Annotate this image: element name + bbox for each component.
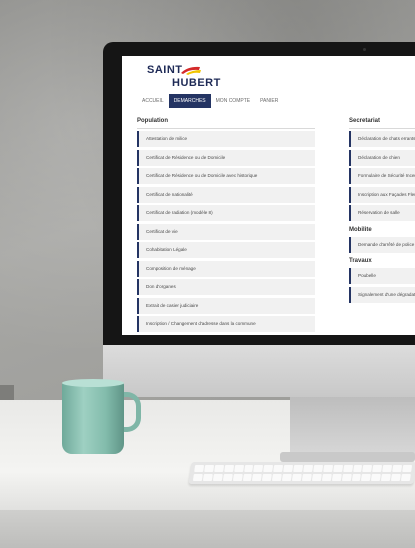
list-item[interactable]: Réservation de salle bbox=[349, 205, 415, 221]
list-item[interactable]: Certificat de Résidence ou de Domicile bbox=[137, 149, 315, 166]
list-item[interactable]: Inscription / Changement d'adresse dans … bbox=[137, 316, 315, 332]
nav-demarches[interactable]: DEMARCHES bbox=[168, 94, 211, 108]
keyboard bbox=[188, 462, 415, 484]
list-item[interactable]: Certificat de vie bbox=[137, 223, 315, 240]
mint-mug bbox=[62, 382, 124, 454]
list-item[interactable]: Formulaire de Sécurité Incendie bbox=[349, 168, 415, 184]
nav-panier[interactable]: PANIER bbox=[255, 94, 283, 108]
secretariat-column: Secretariat Déclaration de chats errants… bbox=[349, 116, 415, 305]
logo-text-hubert: HUBERT bbox=[172, 77, 221, 89]
list-item[interactable]: Certificat de nationalité bbox=[137, 186, 315, 203]
list-item[interactable]: Inscription aux Façades Fleuries bbox=[349, 186, 415, 203]
list-item[interactable]: Cohabitation Légale bbox=[137, 242, 315, 258]
list-item[interactable]: Demande d'arrêté de police bbox=[349, 236, 415, 253]
site-logo[interactable]: SAINT HUBERT bbox=[147, 64, 237, 92]
list-item[interactable]: Déclaration de chats errants bbox=[349, 131, 415, 147]
travaux-title: Travaux bbox=[349, 258, 372, 264]
monitor-screen: SAINT HUBERT ACCUEIL DEMARCHES MON COMPT… bbox=[122, 56, 415, 335]
list-item[interactable]: Certificat de radiation (modèle 8) bbox=[137, 205, 315, 221]
desk-edge bbox=[0, 510, 415, 548]
monitor-chin bbox=[103, 345, 415, 397]
list-item[interactable]: Don d'organes bbox=[137, 279, 315, 295]
list-item[interactable]: Extrait de casier judiciaire bbox=[137, 297, 315, 314]
logo-text-saint: SAINT bbox=[147, 64, 183, 76]
population-title: Population bbox=[137, 116, 315, 129]
list-item[interactable]: Poubelle bbox=[349, 268, 415, 284]
list-item[interactable]: Attestation de milice bbox=[137, 131, 315, 147]
list-item[interactable]: Composition de ménage bbox=[137, 260, 315, 277]
list-item[interactable]: Déclaration de chien bbox=[349, 149, 415, 166]
logo-swoosh-icon bbox=[181, 66, 201, 75]
nav-accueil[interactable]: ACCUEIL bbox=[137, 94, 169, 108]
list-item[interactable]: Certificat de Résidence ou de Domicile a… bbox=[137, 168, 315, 184]
nav-mon-compte[interactable]: MON COMPTE bbox=[211, 94, 255, 108]
monitor-stand bbox=[290, 397, 415, 457]
mobilite-title: Mobilite bbox=[349, 226, 372, 233]
mug-rim bbox=[62, 379, 124, 387]
webcam bbox=[363, 48, 366, 51]
population-column: Population Attestation de milice Certifi… bbox=[137, 116, 315, 335]
keyboard-keys bbox=[192, 465, 413, 481]
secretariat-title: Secretariat bbox=[349, 116, 415, 129]
list-item[interactable]: Signalement d'une dégradation bbox=[349, 286, 415, 303]
main-nav: ACCUEIL DEMARCHES MON COMPTE PANIER bbox=[137, 94, 283, 108]
monitor-stand-base bbox=[280, 452, 415, 462]
